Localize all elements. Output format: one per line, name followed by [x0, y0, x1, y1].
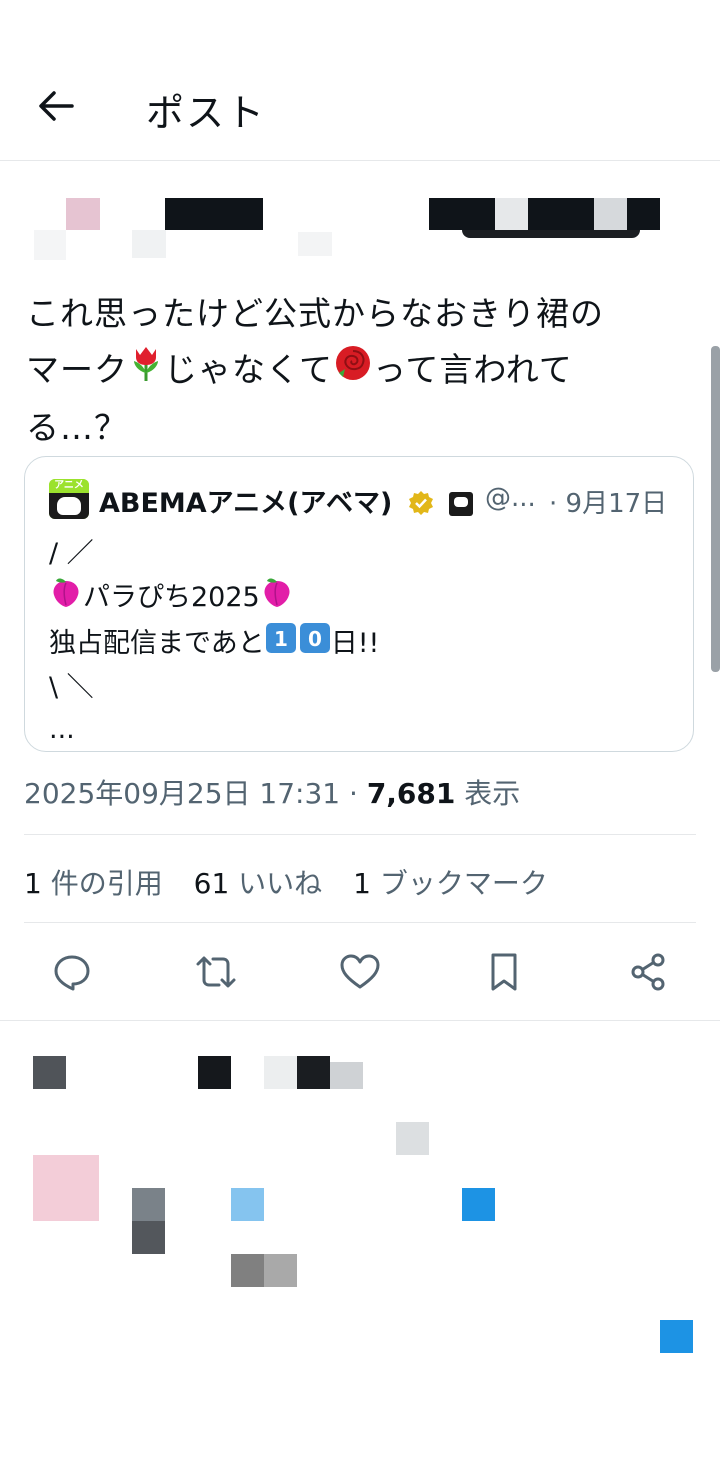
- rose-icon: [333, 343, 373, 400]
- svg-text:1: 1: [274, 627, 288, 651]
- reply-icon[interactable]: [44, 944, 100, 1000]
- keycap-zero-icon: 0: [299, 622, 331, 667]
- engagement-stats: 1 件の引用 61 いいね 1 ブックマーク: [24, 862, 548, 902]
- tweet-text-line: これ思ったけど公式からなおきり裙の: [26, 294, 604, 333]
- tweet-text-line: る…？: [26, 408, 128, 447]
- tweet-text-line: マーク じゃなくて って言われて: [26, 342, 666, 400]
- likes-count: 61: [193, 867, 230, 900]
- divider: [0, 1020, 720, 1021]
- bookmarks-label: ブックマーク: [370, 867, 548, 900]
- svg-text:0: 0: [308, 627, 322, 651]
- share-icon[interactable]: [620, 944, 676, 1000]
- quoted-author-handle[interactable]: @...: [485, 483, 536, 513]
- page-title: ポスト: [146, 91, 267, 135]
- quoted-text-line: / ／: [49, 538, 94, 569]
- peach-icon: [260, 575, 294, 622]
- quoted-tweet-date[interactable]: · 9月17日: [549, 483, 667, 520]
- tweet-text-fragment: じゃなくて: [164, 350, 334, 389]
- quoted-text-line: 独占配信まであと 1 0 日!!: [49, 622, 379, 667]
- quoted-tweet-card[interactable]: アニメ ABEMAアニメ(アベマ) @... · 9月17日 / ／ パラぴち2…: [24, 456, 694, 752]
- quotes-stat[interactable]: 1 件の引用: [24, 867, 163, 900]
- likes-stat[interactable]: 61 いいね: [194, 867, 323, 900]
- verified-gold-badge-icon: [408, 490, 434, 523]
- bookmark-icon[interactable]: [476, 944, 532, 1000]
- timestamp-text: 2025年09月25日 17:31 ·: [24, 777, 367, 810]
- quoted-tweet-text: / ／ パラぴち2025 独占配信まであと 1 0 日!! \ ＼ ...: [49, 533, 379, 751]
- divider: [24, 922, 696, 923]
- view-label: 表示: [455, 777, 521, 810]
- action-bar: [0, 944, 720, 1000]
- like-heart-icon[interactable]: [332, 944, 388, 1000]
- keycap-one-icon: 1: [265, 622, 297, 667]
- quoted-author-name-text: ABEMAアニメ(アベマ): [99, 488, 393, 519]
- tweet-text-fragment: って言われて: [373, 350, 573, 389]
- quoted-text-fragment: 日!!: [330, 628, 380, 659]
- tweet-text: これ思ったけど公式からなおきり裙の マーク じゃなくて って言われて る…？: [26, 286, 666, 456]
- quoted-text-line: ...: [49, 714, 75, 745]
- affiliate-badge-icon: [449, 492, 474, 516]
- divider: [24, 834, 696, 835]
- bookmarks-count: 1: [353, 867, 371, 900]
- quoted-text-line: \ ＼: [49, 672, 94, 703]
- peach-icon: [49, 575, 83, 622]
- tweet-text-fragment: マーク: [26, 350, 128, 389]
- view-count: 7,681: [366, 777, 456, 810]
- back-arrow-icon[interactable]: [34, 84, 78, 128]
- top-bar: [0, 0, 720, 161]
- quoted-text-fragment: 独占配信まであと: [49, 628, 265, 659]
- quotes-count: 1: [24, 867, 42, 900]
- abema-anime-avatar[interactable]: アニメ: [49, 479, 89, 519]
- bookmarks-stat[interactable]: 1 ブックマーク: [353, 867, 548, 900]
- tulip-icon: [128, 343, 164, 400]
- quotes-label: 件の引用: [41, 867, 163, 900]
- likes-label: いいね: [229, 867, 323, 900]
- repost-icon[interactable]: [188, 944, 244, 1000]
- quoted-text-line: パラぴち2025: [49, 575, 379, 622]
- scrollbar[interactable]: [711, 346, 720, 672]
- quoted-author-name[interactable]: ABEMAアニメ(アベマ): [99, 481, 474, 523]
- post-timestamp[interactable]: 2025年09月25日 17:31 · 7,681 表示: [24, 772, 520, 812]
- avatar-label: アニメ: [49, 479, 89, 493]
- quoted-text-fragment: パラぴち2025: [83, 582, 260, 613]
